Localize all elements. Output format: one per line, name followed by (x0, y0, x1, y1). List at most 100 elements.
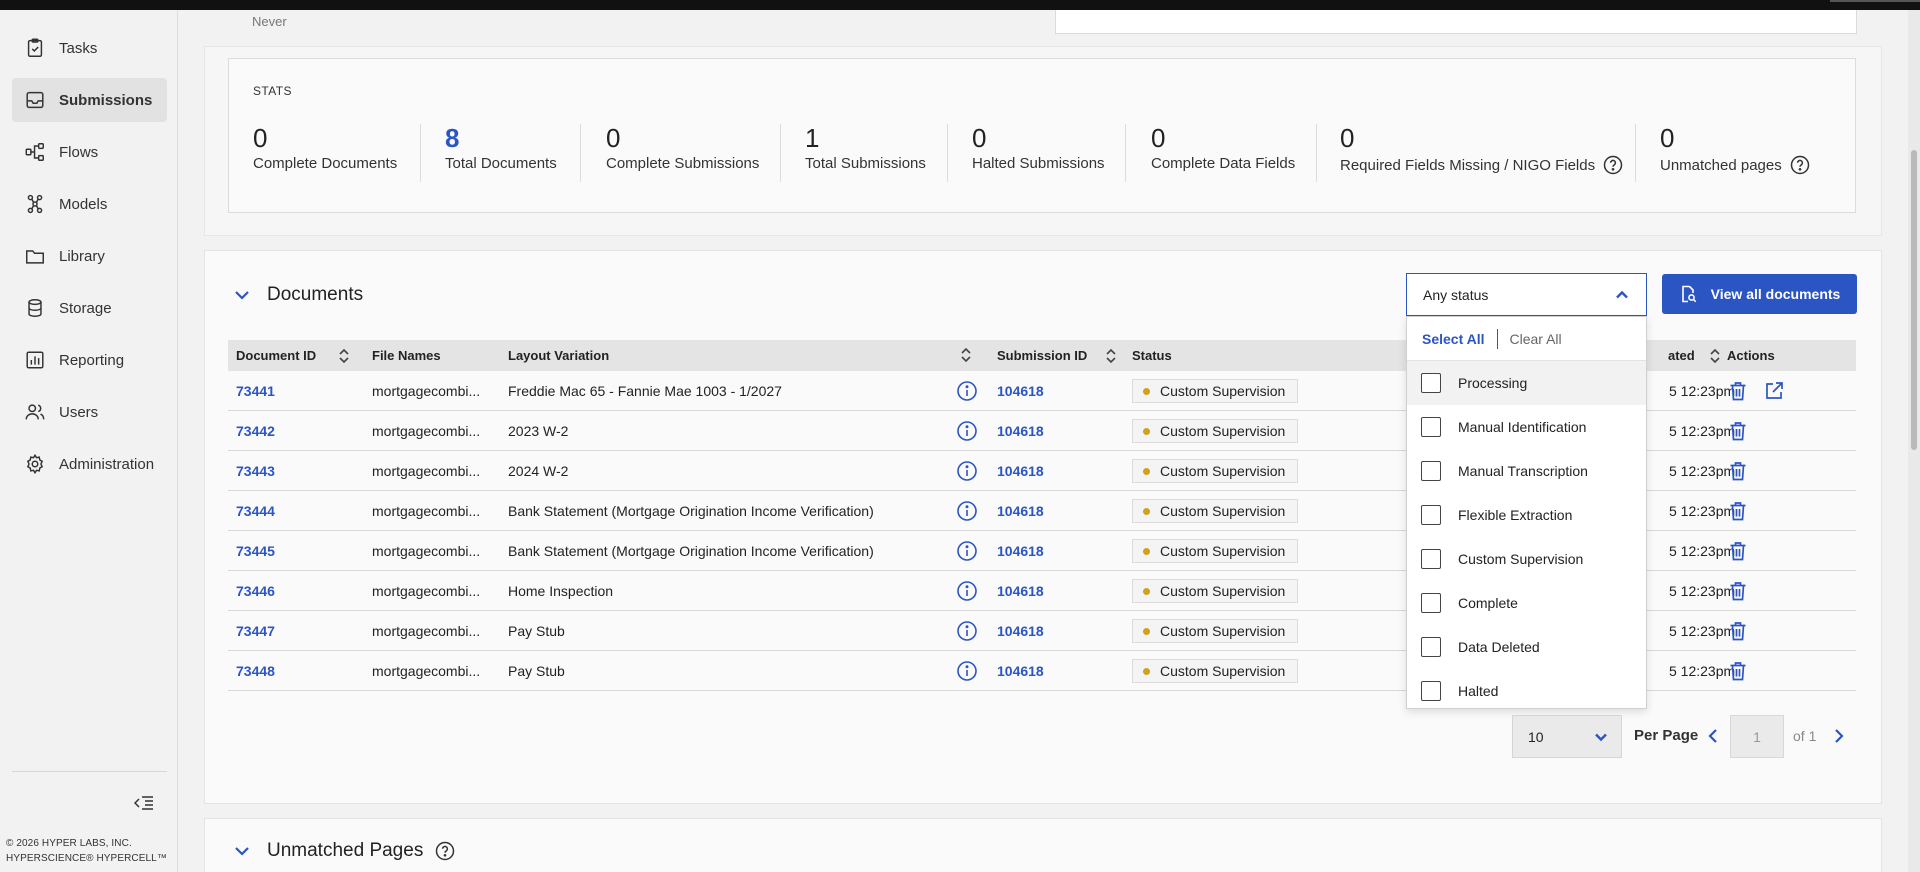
option-checkbox[interactable] (1421, 505, 1441, 525)
previous-page-button[interactable] (1705, 727, 1721, 745)
sidebar-item-storage[interactable]: Storage (12, 286, 167, 330)
layout-info-button[interactable] (956, 491, 978, 531)
sidebar-item-reporting[interactable]: Reporting (12, 338, 167, 382)
sidebar-item-library[interactable]: Library (12, 234, 167, 278)
submission-id-link[interactable]: 104618 (997, 611, 1044, 651)
sidebar-item-submissions[interactable]: Submissions (12, 78, 167, 122)
page-scrollbar[interactable] (1908, 10, 1920, 872)
sidebar-item-administration[interactable]: Administration (12, 442, 167, 486)
column-document-id[interactable]: Document ID (236, 340, 350, 371)
status-filter-select[interactable]: Any status (1406, 273, 1647, 316)
trash-icon[interactable] (1727, 380, 1749, 402)
column-layout-variation[interactable]: Layout Variation (508, 340, 609, 371)
layout-info-button[interactable] (956, 611, 978, 651)
help-icon[interactable] (1603, 155, 1623, 175)
column-submission-id[interactable]: Submission ID (997, 340, 1117, 371)
select-all-button[interactable]: Select All (1422, 331, 1485, 347)
submission-id-link[interactable]: 104618 (997, 571, 1044, 611)
trash-icon[interactable] (1727, 460, 1749, 482)
sort-icon[interactable] (1709, 348, 1721, 364)
option-checkbox[interactable] (1421, 461, 1441, 481)
layout-variation: 2023 W-2 (508, 423, 569, 439)
option-checkbox[interactable] (1421, 417, 1441, 437)
sidebar-item-models[interactable]: Models (12, 182, 167, 226)
layout-info-button[interactable] (956, 451, 978, 491)
collapse-sidebar-button[interactable] (132, 793, 156, 813)
document-id-link[interactable]: 73444 (236, 491, 275, 531)
trash-icon[interactable] (1727, 540, 1749, 562)
column-label: Document ID (236, 348, 317, 363)
help-icon[interactable] (1790, 155, 1810, 175)
document-id-link[interactable]: 73445 (236, 531, 275, 571)
trash-icon[interactable] (1727, 580, 1749, 602)
status-option[interactable]: Data Deleted (1407, 625, 1646, 669)
trash-icon[interactable] (1727, 620, 1749, 642)
scrollbar-thumb[interactable] (1911, 150, 1917, 450)
layout-info-button[interactable] (956, 651, 978, 691)
submission-id-link[interactable]: 104618 (997, 371, 1044, 411)
column-file-names: File Names (372, 340, 441, 371)
status-text: Custom Supervision (1160, 663, 1286, 679)
status-option[interactable]: Processing (1407, 361, 1646, 405)
column-updated[interactable]: ated (1668, 340, 1721, 371)
status-option[interactable]: Flexible Extraction (1407, 493, 1646, 537)
status-cell: Custom Supervision (1132, 611, 1299, 651)
document-id-link[interactable]: 73441 (236, 371, 275, 411)
document-id-link[interactable]: 73447 (236, 611, 275, 651)
external-link-icon[interactable] (1763, 380, 1785, 402)
sidebar-item-users[interactable]: Users (12, 390, 167, 434)
chart-icon (24, 349, 46, 371)
layout-info-button[interactable] (956, 571, 978, 611)
submission-id-link[interactable]: 104618 (997, 411, 1044, 451)
status-option[interactable]: Manual Identification (1407, 405, 1646, 449)
unmatched-pages-header[interactable]: Unmatched Pages (233, 840, 455, 862)
document-id-link[interactable]: 73442 (236, 411, 275, 451)
status-option[interactable]: Custom Supervision (1407, 537, 1646, 581)
stat-label: Complete Documents (253, 155, 398, 172)
trash-icon[interactable] (1727, 420, 1749, 442)
document-id-link[interactable]: 73443 (236, 451, 275, 491)
next-page-button[interactable] (1831, 727, 1847, 745)
status-option[interactable]: Manual Transcription (1407, 449, 1646, 493)
sort-icon[interactable] (960, 347, 972, 363)
option-checkbox[interactable] (1421, 681, 1441, 701)
submission-id-link[interactable]: 104618 (997, 651, 1044, 691)
documents-header[interactable]: Documents (233, 284, 363, 306)
stat-total-documents[interactable]: 8 Total Documents (445, 123, 557, 183)
page-number-input[interactable]: 1 (1730, 715, 1784, 758)
layout-info-button[interactable] (956, 531, 978, 571)
trash-icon[interactable] (1727, 660, 1749, 682)
submission-id-link[interactable]: 104618 (997, 531, 1044, 571)
sort-icon[interactable] (1105, 348, 1117, 364)
sidebar-item-label: Reporting (59, 351, 125, 369)
document-id-link[interactable]: 73448 (236, 651, 275, 691)
option-checkbox[interactable] (1421, 373, 1441, 393)
clear-all-button[interactable]: Clear All (1510, 331, 1562, 347)
option-checkbox[interactable] (1421, 637, 1441, 657)
trash-icon[interactable] (1727, 500, 1749, 522)
per-page-label: Per Page (1634, 727, 1699, 744)
info-icon (956, 420, 978, 442)
stat-value-link[interactable]: 8 (445, 123, 557, 153)
status-badge: Custom Supervision (1132, 499, 1299, 523)
status-option[interactable]: Complete (1407, 581, 1646, 625)
chevron-down-icon[interactable] (233, 286, 251, 304)
status-badge: Custom Supervision (1132, 539, 1299, 563)
submission-id-link[interactable]: 104618 (997, 491, 1044, 531)
layout-info-button[interactable] (956, 411, 978, 451)
option-checkbox[interactable] (1421, 549, 1441, 569)
submission-id-link[interactable]: 104618 (997, 451, 1044, 491)
layout-info-button[interactable] (956, 371, 978, 411)
chevron-down-icon[interactable] (233, 842, 251, 860)
sidebar-item-flows[interactable]: Flows (12, 130, 167, 174)
status-option[interactable]: Halted (1407, 669, 1646, 713)
document-id-link[interactable]: 73446 (236, 571, 275, 611)
sidebar-item-tasks[interactable]: Tasks (12, 26, 167, 70)
option-checkbox[interactable] (1421, 593, 1441, 613)
folder-icon (24, 245, 46, 267)
sort-icon[interactable] (338, 348, 350, 364)
view-all-documents-button[interactable]: View all documents (1662, 274, 1857, 314)
per-page-select[interactable]: 10 (1512, 715, 1622, 758)
help-icon[interactable] (435, 841, 455, 861)
info-icon (956, 540, 978, 562)
